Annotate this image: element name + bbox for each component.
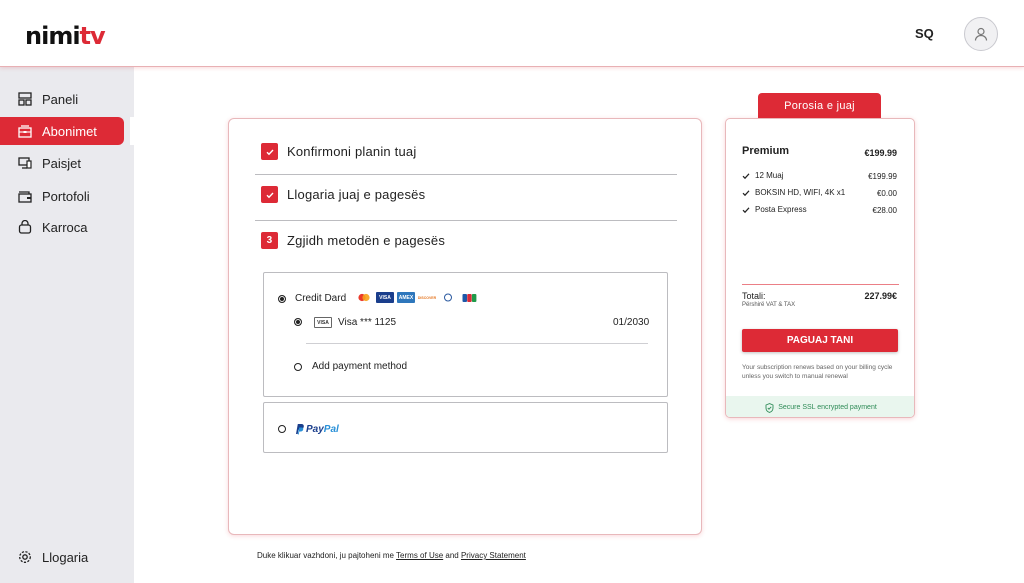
order-item: 12 Muaj — [742, 171, 783, 180]
shield-check-icon — [765, 402, 774, 413]
user-icon — [974, 27, 988, 41]
total-value: 227.99€ — [864, 291, 897, 301]
order-item-price: €28.00 — [872, 206, 897, 215]
pay-now-button[interactable]: PAGUAJ TANI — [742, 329, 898, 352]
step-label: Llogaria juaj e pagesës — [287, 187, 426, 202]
card-brands: VISA AMEX DISCOVER — [355, 292, 481, 303]
sidebar-item-karroca[interactable]: Karroca — [0, 213, 124, 241]
sidebar-item-label: Paisjet — [42, 155, 82, 171]
sidebar-item-llogaria[interactable]: Llogaria — [0, 543, 124, 571]
step-payment-method[interactable]: 3 Zgjidh metodën e pagesës — [261, 232, 445, 249]
paypal-icon — [296, 424, 304, 435]
plan-price: €199.99 — [864, 148, 897, 158]
visa-card-icon: VISA — [314, 317, 332, 328]
step-check-icon — [261, 143, 278, 160]
user-avatar[interactable] — [964, 17, 998, 51]
credit-card-option-box: Credit Dard VISA AMEX DISCOVER VISA Visa… — [263, 272, 668, 397]
add-payment-radio[interactable] — [294, 363, 302, 371]
amex-icon: AMEX — [397, 292, 415, 303]
step-label: Zgjidh metodën e pagesës — [287, 233, 446, 248]
sidebar-item-label: Paneli — [42, 91, 79, 107]
ssl-badge: Secure SSL encrypted payment — [726, 396, 914, 417]
step-divider — [255, 174, 677, 175]
order-item-label: Posta Express — [755, 205, 807, 214]
visa-icon: VISA — [376, 292, 394, 303]
devices-icon — [18, 157, 32, 169]
language-selector[interactable]: SQ — [915, 26, 934, 41]
ssl-text: Secure SSL encrypted payment — [778, 404, 877, 411]
order-item-price: €0.00 — [876, 189, 897, 198]
check-icon — [742, 172, 750, 179]
order-item: Posta Express — [742, 205, 807, 214]
active-indicator-notch — [130, 117, 136, 145]
renewal-note: Your subscription renews based on your b… — [742, 364, 893, 380]
sidebar-item-abonimet[interactable]: Abonimet — [0, 117, 124, 145]
terms-note: Duke klikuar vazhdoni, ju pajtoheni me T… — [257, 551, 526, 560]
terms-note-prefix: Duke klikuar vazhdoni, ju pajtoheni me — [257, 551, 397, 560]
top-header: nimitv SQ — [0, 0, 1024, 67]
paypal-logo: Pay Pal — [294, 423, 339, 435]
sidebar-item-label: Karroca — [42, 219, 88, 235]
saved-card-expiry: 01/2030 — [613, 317, 650, 328]
step-label: Konfirmoni planin tuaj — [287, 144, 417, 159]
mastercard-icon — [355, 292, 373, 303]
saved-card-number: Visa *** 1125 — [338, 317, 397, 328]
privacy-statement-link[interactable]: Privacy Statement — [461, 551, 526, 560]
dashboard-icon — [18, 92, 32, 106]
total-tax-note: Përshirë VAT & TAX — [742, 302, 796, 308]
diners-icon — [439, 292, 457, 303]
step-account-payment[interactable]: Llogaria juaj e pagesës — [261, 186, 425, 203]
nimitv-logo[interactable]: nimitv — [25, 22, 106, 50]
check-icon — [742, 189, 750, 196]
sidebar-item-paneli[interactable]: Paneli — [0, 85, 124, 113]
card-divider — [306, 343, 648, 344]
order-item-price: €199.99 — [868, 172, 897, 181]
paypal-radio[interactable] — [278, 425, 286, 433]
gear-icon — [19, 551, 31, 563]
checkout-steps-card: Konfirmoni planin tuaj Llogaria juaj e p… — [228, 118, 702, 535]
order-summary-tab: Porosia e juaj — [758, 93, 881, 119]
check-icon — [742, 206, 750, 213]
sidebar-item-portofoli[interactable]: Portofoli — [0, 182, 124, 210]
step-number-badge: 3 — [261, 232, 278, 249]
discover-icon: DISCOVER — [417, 295, 437, 300]
subscription-icon — [18, 125, 32, 138]
total-label: Totali: — [742, 291, 766, 301]
sidebar-item-label: Portofoli — [42, 188, 90, 204]
logo-accent-text: tv — [79, 22, 106, 50]
paypal-text-b: Pal — [323, 423, 339, 435]
jcb-icon — [460, 292, 478, 303]
logo-text: nimi — [25, 22, 81, 50]
total-divider — [742, 284, 899, 285]
order-item-label: BOKSIN HD, WIFI, 4K x1 — [755, 188, 846, 197]
sidebar-item-label: Abonimet — [42, 123, 97, 139]
step-confirm-plan[interactable]: Konfirmoni planin tuaj — [261, 143, 416, 160]
order-item: BOKSIN HD, WIFI, 4K x1 — [742, 188, 845, 197]
step-divider — [255, 220, 677, 221]
sidebar-item-paisjet[interactable]: Paisjet — [0, 149, 124, 177]
terms-of-use-link[interactable]: Terms of Use — [396, 551, 443, 560]
order-item-label: 12 Muaj — [755, 171, 784, 180]
cart-icon — [18, 220, 32, 234]
add-payment-method-link[interactable]: Add payment method — [312, 361, 407, 372]
paypal-text-a: Pay — [306, 423, 324, 435]
credit-card-radio[interactable] — [278, 295, 286, 303]
plan-name: Premium — [742, 145, 790, 157]
wallet-icon — [18, 191, 32, 203]
paypal-option-box[interactable]: Pay Pal — [263, 402, 668, 453]
credit-card-label: Credit Dard — [295, 293, 347, 304]
order-summary-card: Premium €199.99 12 Muaj €199.99 BOKSIN H… — [725, 118, 915, 418]
terms-note-and: and — [443, 551, 461, 560]
saved-card-radio[interactable] — [294, 318, 302, 326]
step-check-icon — [261, 186, 278, 203]
sidebar-item-label: Llogaria — [42, 549, 89, 565]
